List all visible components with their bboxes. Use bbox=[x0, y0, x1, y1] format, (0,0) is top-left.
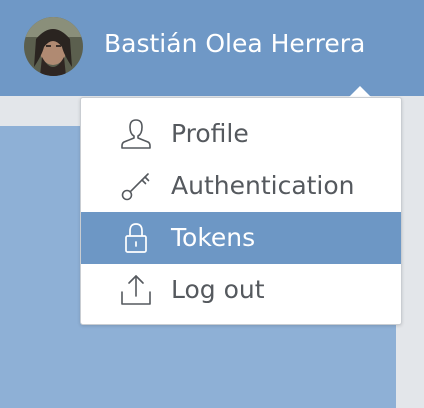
menu-item-tokens[interactable]: Tokens bbox=[81, 212, 401, 264]
logout-icon bbox=[121, 275, 151, 305]
menu-list: Profile Authentication Tokens Log out bbox=[81, 108, 401, 316]
avatar-image bbox=[24, 17, 83, 76]
key-icon bbox=[121, 173, 150, 201]
user-dropdown-menu: Profile Authentication Tokens Log out bbox=[80, 97, 402, 325]
menu-item-label: Profile bbox=[171, 119, 249, 148]
menu-item-label: Tokens bbox=[171, 223, 256, 252]
lock-icon bbox=[125, 223, 147, 253]
menu-item-logout[interactable]: Log out bbox=[81, 264, 401, 316]
user-icon bbox=[121, 119, 151, 149]
menu-item-profile[interactable]: Profile bbox=[81, 108, 401, 160]
avatar[interactable] bbox=[24, 17, 83, 76]
menu-item-label: Authentication bbox=[171, 171, 355, 200]
menu-item-authentication[interactable]: Authentication bbox=[81, 160, 401, 212]
menu-item-label: Log out bbox=[171, 275, 265, 304]
user-name[interactable]: Bastián Olea Herrera bbox=[104, 26, 365, 62]
top-bar: Bastián Olea Herrera bbox=[0, 0, 424, 96]
